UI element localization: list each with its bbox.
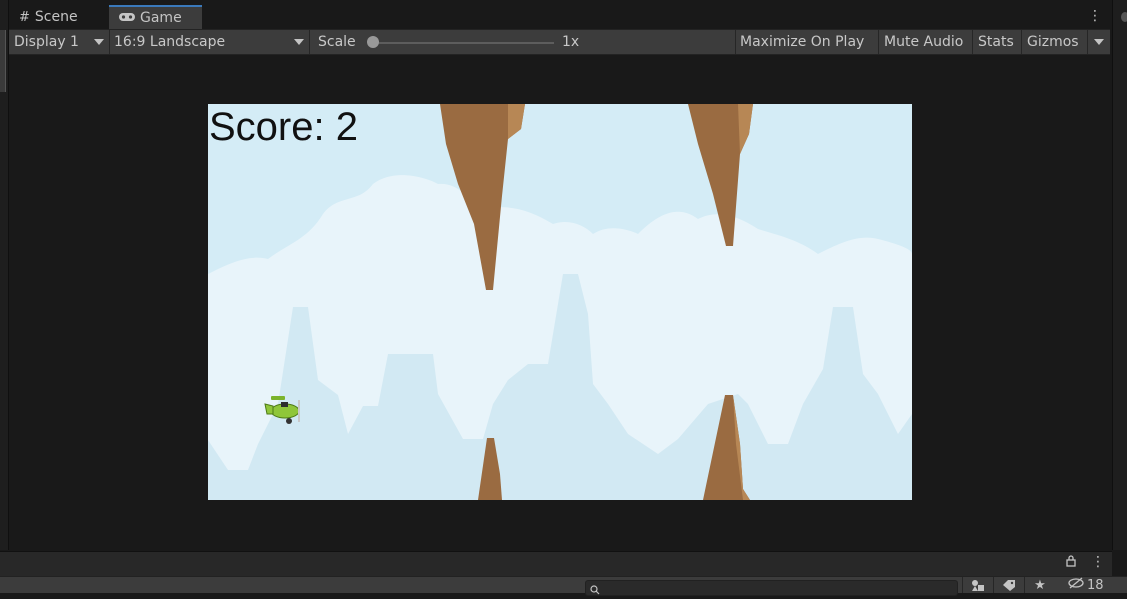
display-dropdown[interactable]: Display 1 [14, 30, 109, 54]
maximize-on-play-button[interactable]: Maximize On Play [740, 30, 864, 54]
scale-slider-handle[interactable] [367, 36, 379, 48]
scale-slider[interactable] [374, 42, 554, 44]
eye-slash-icon [1068, 577, 1084, 593]
tab-scene-label: Scene [34, 9, 78, 25]
more-options-icon[interactable]: ⋮ [1088, 9, 1102, 23]
score-label: Score: 2 [209, 105, 358, 149]
left-panel-tab-stub[interactable] [0, 30, 6, 92]
tab-bar: # Scene Game ⋮ [9, 5, 1110, 29]
lock-icon[interactable] [1066, 555, 1076, 571]
gizmos-button[interactable]: Gizmos [1027, 30, 1079, 54]
bottom-panel-header: ⋮ [0, 551, 1112, 576]
chevron-down-icon [294, 39, 304, 45]
right-panel-tab-stub[interactable] [1121, 12, 1127, 22]
bottom-panel-toolbar: ★ 18 [0, 576, 1127, 596]
hidden-packages-toggle[interactable]: 18 [1068, 577, 1104, 593]
gamepad-icon [119, 10, 135, 26]
favorites-star-icon[interactable]: ★ [1024, 577, 1055, 593]
more-options-icon[interactable]: ⋮ [1091, 554, 1105, 570]
search-input[interactable] [585, 580, 958, 596]
game-canvas[interactable] [208, 104, 912, 500]
chevron-down-icon [1094, 39, 1104, 45]
tab-game[interactable]: Game [109, 5, 202, 29]
tab-scene[interactable]: # Scene [9, 5, 109, 29]
gizmos-dropdown[interactable] [1089, 30, 1109, 54]
mute-audio-button[interactable]: Mute Audio [884, 30, 963, 54]
filter-by-type-icon[interactable] [962, 577, 993, 593]
filter-by-label-icon[interactable] [993, 577, 1024, 593]
chevron-down-icon [94, 39, 104, 45]
stats-button[interactable]: Stats [978, 30, 1014, 54]
hidden-count-label: 18 [1087, 577, 1104, 593]
right-panel-edge [1112, 0, 1127, 550]
game-toolbar: Display 1 16:9 Landscape Scale 1x Maximi… [9, 29, 1110, 55]
tab-game-label: Game [140, 10, 182, 26]
display-dropdown-label: Display 1 [14, 34, 79, 50]
search-icon [590, 583, 600, 599]
scale-label: Scale [318, 34, 356, 50]
aspect-dropdown-label: 16:9 Landscape [114, 34, 226, 50]
grid-icon: # [19, 9, 30, 25]
scale-value: 1x [562, 34, 580, 50]
aspect-dropdown[interactable]: 16:9 Landscape [114, 30, 309, 54]
